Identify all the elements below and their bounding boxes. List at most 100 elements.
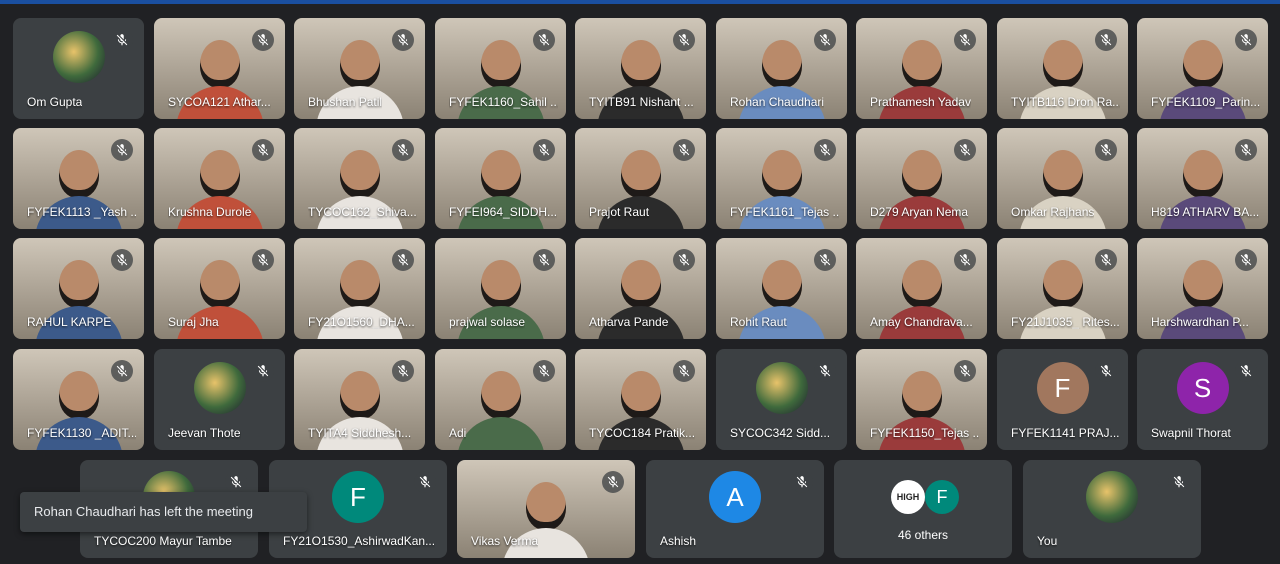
letter-avatar: F [925, 480, 959, 514]
participant-name: FY21J1035_ Rites... [1011, 315, 1120, 329]
participant-tile-tyitb91-nishant[interactable]: TYITB91 Nishant ... [575, 18, 706, 119]
participant-tile-om-gupta[interactable]: Om Gupta [13, 18, 144, 119]
participant-tile-prathamesh-yadav[interactable]: Prathamesh Yadav [856, 18, 987, 119]
participant-tile-fyfek1150-tejas[interactable]: FYFEK1150_Tejas ... [856, 349, 987, 450]
participant-name: Om Gupta [27, 95, 83, 109]
participant-name: TYCOC184 Pratik... [589, 426, 696, 440]
participant-name: Prajot Raut [589, 205, 650, 219]
participant-tile-tyitb116-dron-ra[interactable]: TYITB116 Dron Ra... [997, 18, 1128, 119]
mic-off-icon [533, 249, 555, 271]
mic-off-icon [814, 139, 836, 161]
participant-tile-fyfek1109-parin[interactable]: FYFEK1109_Parin... [1137, 18, 1268, 119]
participant-tile-harshwardhan-p[interactable]: Harshwardhan P... [1137, 238, 1268, 339]
participant-tile-tyita4-siddhesh[interactable]: TYITA4 Siddhesh... [294, 349, 425, 450]
mic-off-icon [954, 360, 976, 382]
mic-off-icon [533, 360, 555, 382]
participant-name: TYCOC162_Shiva... [308, 205, 417, 219]
participant-tile-rahul-karpe[interactable]: RAHUL KARPE [13, 238, 144, 339]
mic-off-icon [954, 139, 976, 161]
letter-avatar: A [709, 471, 761, 523]
mic-off-icon [1168, 471, 1190, 493]
mic-off-icon [954, 29, 976, 51]
participant-name: Atharva Pande [589, 315, 669, 329]
participant-name: Suraj Jha [168, 315, 219, 329]
mic-off-icon [673, 139, 695, 161]
participant-name: TYCOC200 Mayur Tambe [94, 534, 232, 548]
participant-name: Omkar Rajhans [1011, 205, 1095, 219]
participant-tile-you[interactable]: You [1023, 460, 1201, 558]
participant-tile-prajwal-solase[interactable]: prajwal solase [435, 238, 566, 339]
mic-off-icon [225, 471, 247, 493]
mic-off-icon [1235, 360, 1257, 382]
participant-tile-d279-aryan-nema[interactable]: D279 Aryan Nema [856, 128, 987, 229]
mic-off-icon [533, 29, 555, 51]
participant-name: FYFEK1150_Tejas ... [870, 426, 979, 440]
participant-tile-prajot-raut[interactable]: Prajot Raut [575, 128, 706, 229]
mic-off-icon [252, 360, 274, 382]
participant-name: TYITA4 Siddhesh... [308, 426, 412, 440]
participant-tile-fy21o1560-dha[interactable]: FY21O1560_DHA... [294, 238, 425, 339]
participant-tile-fyfei964-siddh[interactable]: FYFEI964_SIDDH... [435, 128, 566, 229]
mic-off-icon [252, 29, 274, 51]
mic-off-icon [111, 360, 133, 382]
participant-tile-vikas-verma[interactable]: Vikas Verma [457, 460, 635, 558]
participant-tile-fyfek1130-adit[interactable]: FYFEK1130 _ADIT... [13, 349, 144, 450]
participant-name: FYFEK1113 _Yash ... [27, 205, 136, 219]
mic-off-icon [414, 471, 436, 493]
participant-tile-swapnil-thorat[interactable]: S Swapnil Thorat [1137, 349, 1268, 450]
mic-off-icon [814, 249, 836, 271]
participant-tile-fyfek1161-tejas[interactable]: FYFEK1161_Tejas ... [716, 128, 847, 229]
participant-name: RAHUL KARPE [27, 315, 112, 329]
participant-name: TYITB116 Dron Ra... [1011, 95, 1120, 109]
mic-off-icon [814, 29, 836, 51]
mic-off-icon [602, 471, 624, 493]
participant-tile-rohan-chaudhari[interactable]: Rohan Chaudhari [716, 18, 847, 119]
left-meeting-toast: Rohan Chaudhari has left the meeting [20, 492, 307, 532]
mic-off-icon [954, 249, 976, 271]
mic-off-icon [814, 360, 836, 382]
participant-tile-tycoc184-pratik[interactable]: TYCOC184 Pratik... [575, 349, 706, 450]
participant-tile-sycoc342-sidd[interactable]: SYCOC342 Sidd... [716, 349, 847, 450]
mic-off-icon [791, 471, 813, 493]
participant-tile-fyfek1113-yash[interactable]: FYFEK1113 _Yash ... [13, 128, 144, 229]
mic-off-icon [533, 139, 555, 161]
participant-name: H819 ATHARV BA... [1151, 205, 1260, 219]
participant-name: Swapnil Thorat [1151, 426, 1231, 440]
participant-name: FYFEK1141 PRAJ... [1011, 426, 1120, 440]
participant-tile-omkar-rajhans[interactable]: Omkar Rajhans [997, 128, 1128, 229]
participant-name: Vikas Verma [471, 534, 539, 548]
participant-name: FY21O1530_AshirwadKan... [283, 534, 436, 548]
participant-name: FYFEK1109_Parin... [1151, 95, 1260, 109]
dragon-avatar-icon [1086, 471, 1138, 523]
participant-name: SYCOA121 Athar... [168, 95, 271, 109]
mic-off-icon [673, 29, 695, 51]
mic-off-icon [1235, 249, 1257, 271]
participant-tile-ashish[interactable]: A Ashish [646, 460, 824, 558]
mic-off-icon [1095, 29, 1117, 51]
participant-name: Rohan Chaudhari [730, 95, 825, 109]
participant-name: Harshwardhan P... [1151, 315, 1249, 329]
participant-tile-bhushan-patil[interactable]: Bhushan Patil [294, 18, 425, 119]
participant-tile-rohit-raut[interactable]: Rohit Raut [716, 238, 847, 339]
mic-off-icon [673, 360, 695, 382]
mic-off-icon [392, 249, 414, 271]
participant-tile-jeevan-thote[interactable]: Jeevan Thote [154, 349, 285, 450]
participant-tile-others[interactable]: HIGH F 46 others [834, 460, 1012, 558]
participant-tile-adi[interactable]: Adi [435, 349, 566, 450]
participant-tile-fy21j1035-rites[interactable]: FY21J1035_ Rites... [997, 238, 1128, 339]
participant-name: FY21O1560_DHA... [308, 315, 415, 329]
participant-name: FYFEK1160_Sahil ... [449, 95, 558, 109]
participant-tile-tycoc162-shiva[interactable]: TYCOC162_Shiva... [294, 128, 425, 229]
participant-tile-sycoa121-athar[interactable]: SYCOA121 Athar... [154, 18, 285, 119]
top-accent-bar [0, 0, 1280, 4]
participant-tile-amay-chandrava[interactable]: Amay Chandrava... [856, 238, 987, 339]
participant-tile-fyfek1141-praj[interactable]: F FYFEK1141 PRAJ... [997, 349, 1128, 450]
participant-tile-atharva-pande[interactable]: Atharva Pande [575, 238, 706, 339]
participant-tile-h819-atharv-ba[interactable]: H819 ATHARV BA... [1137, 128, 1268, 229]
participant-tile-suraj-jha[interactable]: Suraj Jha [154, 238, 285, 339]
mic-off-icon [252, 139, 274, 161]
participant-tile-krushna-durole[interactable]: Krushna Durole [154, 128, 285, 229]
mic-off-icon [1095, 139, 1117, 161]
participant-tile-fyfek1160-sahil[interactable]: FYFEK1160_Sahil ... [435, 18, 566, 119]
aim-high-logo-icon: HIGH [891, 480, 925, 514]
